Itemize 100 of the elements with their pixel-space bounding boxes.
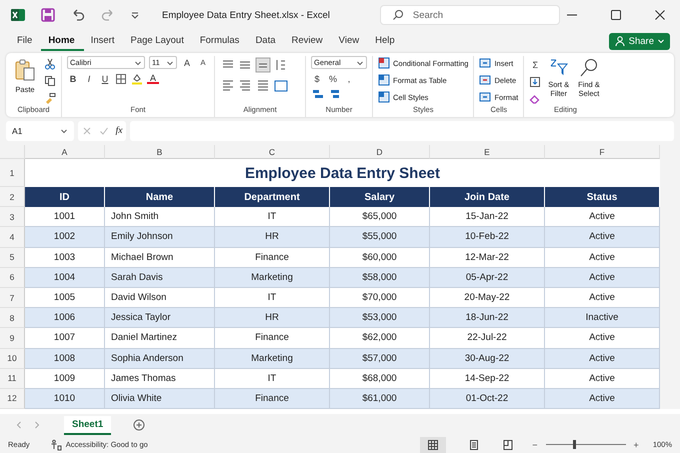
table-cell: James Thomas: [105, 368, 215, 389]
table-cell: Olivia White: [105, 388, 215, 410]
close-icon[interactable]: [654, 9, 666, 21]
share-button[interactable]: Share: [608, 32, 670, 50]
table-cell: 12-Mar-22: [430, 248, 545, 268]
zoom-out-button[interactable]: −: [532, 440, 538, 450]
comma-button[interactable]: ,: [343, 72, 355, 85]
table-cell: Marketing: [215, 268, 330, 288]
fill-icon[interactable]: [529, 76, 542, 88]
autosum-button[interactable]: Σ: [529, 58, 542, 71]
column-heading: Salary: [330, 187, 430, 208]
table-cell: 30-Aug-22: [430, 348, 545, 369]
name-box[interactable]: A1: [6, 121, 74, 141]
scissors-icon[interactable]: [44, 58, 56, 70]
column-header[interactable]: F: [545, 145, 660, 159]
table-cell: IT: [215, 368, 330, 389]
search-field[interactable]: Search: [380, 5, 560, 26]
font-color-button[interactable]: A: [147, 73, 159, 84]
bold-button[interactable]: B: [67, 72, 79, 85]
eraser-icon[interactable]: [529, 93, 542, 105]
table-cell: $68,000: [330, 368, 430, 389]
ribbon-tab[interactable]: Insert: [84, 32, 124, 50]
customize-caret-icon[interactable]: [130, 10, 140, 20]
table-cell: Emily Johnson: [105, 227, 215, 248]
table-cell: $58,000: [330, 268, 430, 288]
fill-color-icon[interactable]: [131, 72, 143, 84]
ribbon-tab[interactable]: File: [10, 32, 42, 50]
checkmark-icon[interactable]: [98, 126, 109, 136]
ribbon-tab[interactable]: Formulas: [192, 32, 248, 50]
ribbon-tab[interactable]: Data: [248, 32, 285, 50]
column-header[interactable]: E: [430, 145, 545, 159]
insert-function-button[interactable]: fx: [116, 126, 122, 136]
search-icon: [578, 58, 599, 78]
row-header[interactable]: 3: [0, 207, 25, 228]
table-cell: Jessica Taylor: [105, 308, 215, 328]
table-cell: Active: [545, 328, 660, 348]
table-cell: HR: [215, 308, 330, 328]
column-header[interactable]: C: [215, 145, 330, 159]
clipboard-icon: [13, 58, 37, 82]
table-cell: 1009: [25, 368, 105, 389]
row-header[interactable]: 10: [0, 348, 25, 369]
currency-button[interactable]: $: [311, 72, 323, 85]
table-cell: 1008: [25, 348, 105, 369]
row-header[interactable]: 11: [0, 368, 25, 389]
ribbon-tab[interactable]: Help: [368, 32, 404, 50]
column-header[interactable]: A: [25, 145, 105, 159]
row-header[interactable]: 9: [0, 328, 25, 348]
table-cell: Michael Brown: [105, 248, 215, 268]
table-cell: Finance: [215, 388, 330, 410]
page-layout-icon[interactable]: [468, 438, 480, 450]
ribbon-tab[interactable]: Home: [41, 32, 84, 50]
ribbon-tab[interactable]: Review: [284, 32, 332, 50]
ribbon-tab[interactable]: View: [332, 32, 368, 50]
table-cell: Marketing: [215, 348, 330, 369]
format-painter-icon[interactable]: [44, 92, 56, 104]
table-cell: David Wilson: [105, 288, 215, 308]
table-cell: 1010: [25, 388, 105, 410]
table-cell: 18-Jun-22: [430, 308, 545, 328]
row-header[interactable]: 4: [0, 227, 25, 248]
column-header[interactable]: D: [330, 145, 430, 159]
row-header[interactable]: 12: [0, 388, 25, 410]
italic-button[interactable]: I: [83, 72, 95, 85]
row-header[interactable]: 7: [0, 288, 25, 308]
table-style-icon: [378, 57, 390, 69]
row-header[interactable]: 6: [0, 268, 25, 288]
table-style-icon: [378, 74, 390, 86]
copy-icon[interactable]: [44, 75, 56, 87]
table-cell: $55,000: [330, 227, 430, 248]
caret-icon: [356, 58, 364, 66]
table-cell: Active: [545, 348, 660, 369]
borders-icon[interactable]: [115, 72, 127, 84]
accessibility-icon[interactable]: [50, 438, 62, 450]
zoom-in-button[interactable]: +: [634, 440, 639, 450]
table-cell: $62,000: [330, 328, 430, 348]
table-cell: 10-Feb-22: [430, 227, 545, 248]
percent-button[interactable]: %: [327, 72, 339, 85]
row-header[interactable]: 2: [0, 187, 25, 208]
cells-icon: [479, 74, 492, 86]
ribbon-tab[interactable]: Page Layout: [123, 32, 193, 50]
save-icon[interactable]: [40, 7, 56, 23]
column-header[interactable]: B: [105, 145, 215, 159]
row-header[interactable]: 5: [0, 248, 25, 268]
table-cell: 20-May-22: [430, 288, 545, 308]
row-header[interactable]: 1: [0, 159, 25, 187]
page-break-icon[interactable]: [502, 438, 514, 450]
underline-button[interactable]: U: [99, 72, 111, 85]
sheet-tab[interactable]: Sheet1: [64, 416, 112, 434]
zoom-thumb[interactable]: [573, 440, 576, 449]
table-cell: 15-Jan-22: [430, 207, 545, 228]
table-cell: 1004: [25, 268, 105, 288]
normal-view-icon[interactable]: [420, 436, 446, 452]
maximize-icon[interactable]: [610, 9, 622, 21]
table-cell: Sophia Anderson: [105, 348, 215, 369]
table-cell: Sarah Davis: [105, 268, 215, 288]
column-heading: Status: [545, 187, 660, 208]
grow-font-button[interactable]: A: [181, 56, 193, 69]
add-sheet-icon[interactable]: [133, 419, 146, 431]
row-header[interactable]: 8: [0, 308, 25, 328]
table-cell: $61,000: [330, 388, 430, 410]
table-cell: $60,000: [330, 248, 430, 268]
